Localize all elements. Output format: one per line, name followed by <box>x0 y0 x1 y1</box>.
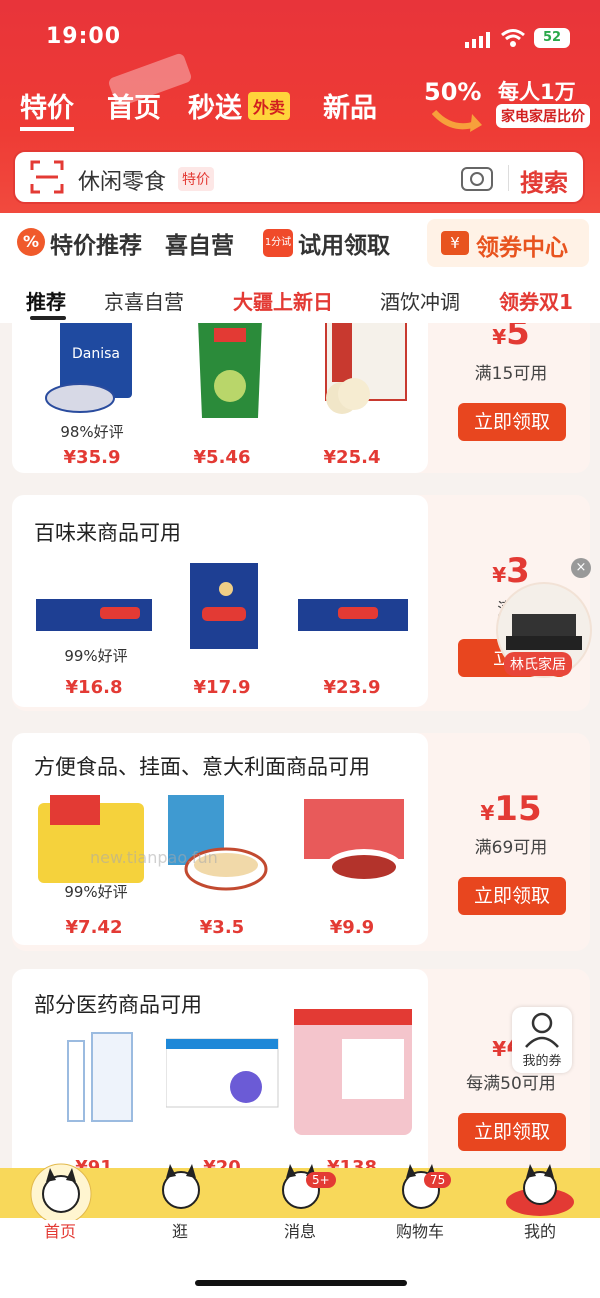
coupon-icon: ¥ <box>441 231 469 255</box>
signal-icon <box>465 32 491 52</box>
scan-icon[interactable] <box>30 160 64 198</box>
search-input[interactable]: 休闲零食 <box>78 164 166 196</box>
product-price: ¥25.4 <box>323 447 381 468</box>
promo-title[interactable]: 每人1万 <box>498 76 576 106</box>
close-icon[interactable]: × <box>571 558 591 578</box>
product-image-butter-cookies[interactable]: Danisa <box>40 323 140 418</box>
status-time: 19:00 <box>46 24 122 49</box>
product-price: ¥35.9 <box>63 447 121 468</box>
product-image-spicy-noodles[interactable] <box>304 795 404 895</box>
tab-new[interactable]: 新品 <box>323 86 377 125</box>
coupon-card: 方便食品、挂面、意大利面商品可用 99%好评 ¥7.42 ¥3.5 ¥9.9 ¥… <box>12 733 590 951</box>
battery-indicator: 52 <box>534 28 570 48</box>
home-cat-icon[interactable] <box>26 1160 96 1225</box>
coupon-condition: 满15可用 <box>474 364 548 384</box>
search-button[interactable]: 搜索 <box>520 163 568 198</box>
product-image-instant-noodles[interactable] <box>38 795 144 895</box>
promo-subtitle[interactable]: 家电家居比价 <box>496 104 590 128</box>
category-recommend[interactable]: 推荐 <box>26 286 66 315</box>
coupon-condition: 满69可用 <box>474 838 548 858</box>
claim-button[interactable]: 立即领取 <box>458 1113 566 1151</box>
coupon-card-title: 百味来商品可用 <box>34 521 181 545</box>
tab-home[interactable]: 首页 <box>107 86 161 125</box>
cart-cat-icon[interactable] <box>386 1160 456 1224</box>
product-price: ¥9.9 <box>329 917 375 938</box>
percent-fire-icon: % <box>17 228 45 256</box>
search-divider <box>508 165 509 191</box>
my-coupons-label[interactable]: 我的券 <box>514 1050 570 1069</box>
product-image-chifferi[interactable] <box>190 561 290 661</box>
product-image-chips[interactable] <box>180 323 280 418</box>
product-image-ointment[interactable] <box>62 1031 162 1131</box>
coupon-center-label[interactable]: 领券中心 <box>476 228 568 262</box>
coupon-amount: ¥5 <box>436 323 586 353</box>
product-rating: 98%好评 <box>60 423 124 441</box>
claim-button[interactable]: 立即领取 <box>458 403 566 441</box>
product-price: ¥17.9 <box>193 677 251 698</box>
svg-text:Danisa: Danisa <box>72 346 120 362</box>
message-badge: 5+ <box>306 1172 336 1188</box>
coupon-card: Danisa 98%好评 ¥35.9 ¥5.46 ¥25.4 ¥5 满15可用 … <box>12 323 590 473</box>
coupon-value: 5 <box>506 323 530 353</box>
category-coupon-double[interactable]: 领券双1 <box>499 286 573 315</box>
watermark: new.tianpao.fun <box>90 848 218 867</box>
coupon-card: 部分医药商品可用 ¥91 ¥20 ¥138 ¥4 每满50可用 立即领取 <box>12 969 590 1173</box>
promo-percent[interactable]: 50% <box>424 78 481 106</box>
product-rating: 99%好评 <box>64 647 128 665</box>
product-image-rice-noodles[interactable] <box>168 795 268 895</box>
product-image-vitamin-ad[interactable] <box>294 1009 412 1135</box>
waimai-badge: 外卖 <box>248 92 291 120</box>
product-price: ¥5.46 <box>193 447 251 468</box>
arrow-icon <box>431 108 482 138</box>
bottom-tab-home[interactable]: 首页 <box>10 1218 110 1242</box>
currency-symbol: ¥ <box>492 325 507 349</box>
bottom-tab-messages[interactable]: 消息 <box>250 1218 350 1242</box>
tab-seconds[interactable]: 秒送 <box>188 86 242 125</box>
category-active-underline <box>30 316 66 320</box>
coupon-list: Danisa 98%好评 ¥35.9 ¥5.46 ¥25.4 ¥5 满15可用 … <box>0 323 600 1173</box>
coupon-value: 15 <box>494 789 542 829</box>
category-jingxi-self[interactable]: 京喜自营 <box>104 286 184 315</box>
message-cat-icon[interactable] <box>266 1160 336 1224</box>
product-image-vitamin-d[interactable] <box>165 1031 279 1131</box>
bottom-tab-cart[interactable]: 购物车 <box>370 1218 470 1242</box>
coupon-amount: ¥15 <box>436 789 586 829</box>
currency-symbol: ¥ <box>492 1037 507 1061</box>
category-drinks[interactable]: 酒饮冲调 <box>380 286 460 315</box>
coupon-card-title: 方便食品、挂面、意大利面商品可用 <box>34 755 370 779</box>
quick-trial[interactable]: 试用领取 <box>298 226 390 260</box>
bottom-tab-explore[interactable]: 逛 <box>130 1218 230 1242</box>
category-dji-new[interactable]: 大疆上新日 <box>233 286 333 315</box>
explore-cat-icon[interactable] <box>146 1160 216 1224</box>
product-image-rice-crackers[interactable] <box>310 323 410 418</box>
cart-badge: 75 <box>424 1172 452 1188</box>
claim-button[interactable]: 立即领取 <box>458 877 566 915</box>
home-indicator <box>195 1280 407 1286</box>
product-image-linguine[interactable] <box>298 561 408 661</box>
product-rating: 99%好评 <box>64 883 128 901</box>
tab-special[interactable]: 特价 <box>20 86 74 131</box>
mine-cat-icon[interactable] <box>500 1160 580 1224</box>
currency-symbol: ¥ <box>480 801 495 825</box>
product-price: ¥16.8 <box>65 677 123 698</box>
user-icon <box>525 1012 559 1048</box>
coupon-card-title: 部分医药商品可用 <box>34 993 202 1017</box>
search-tag: 特价 <box>178 167 214 191</box>
trial-icon: 1分试 <box>263 229 293 257</box>
product-price: ¥23.9 <box>323 677 381 698</box>
product-price: ¥3.5 <box>199 917 245 938</box>
furniture-ad-label[interactable]: 林氏家居 <box>504 652 572 676</box>
wifi-icon <box>500 28 526 52</box>
quick-special-recommend[interactable]: 特价推荐 <box>50 226 142 260</box>
camera-ai-icon[interactable] <box>460 162 496 198</box>
quick-self-operated[interactable]: 喜自营 <box>165 226 234 260</box>
bottom-tab-mine[interactable]: 我的 <box>490 1218 590 1242</box>
product-price: ¥7.42 <box>65 917 123 938</box>
